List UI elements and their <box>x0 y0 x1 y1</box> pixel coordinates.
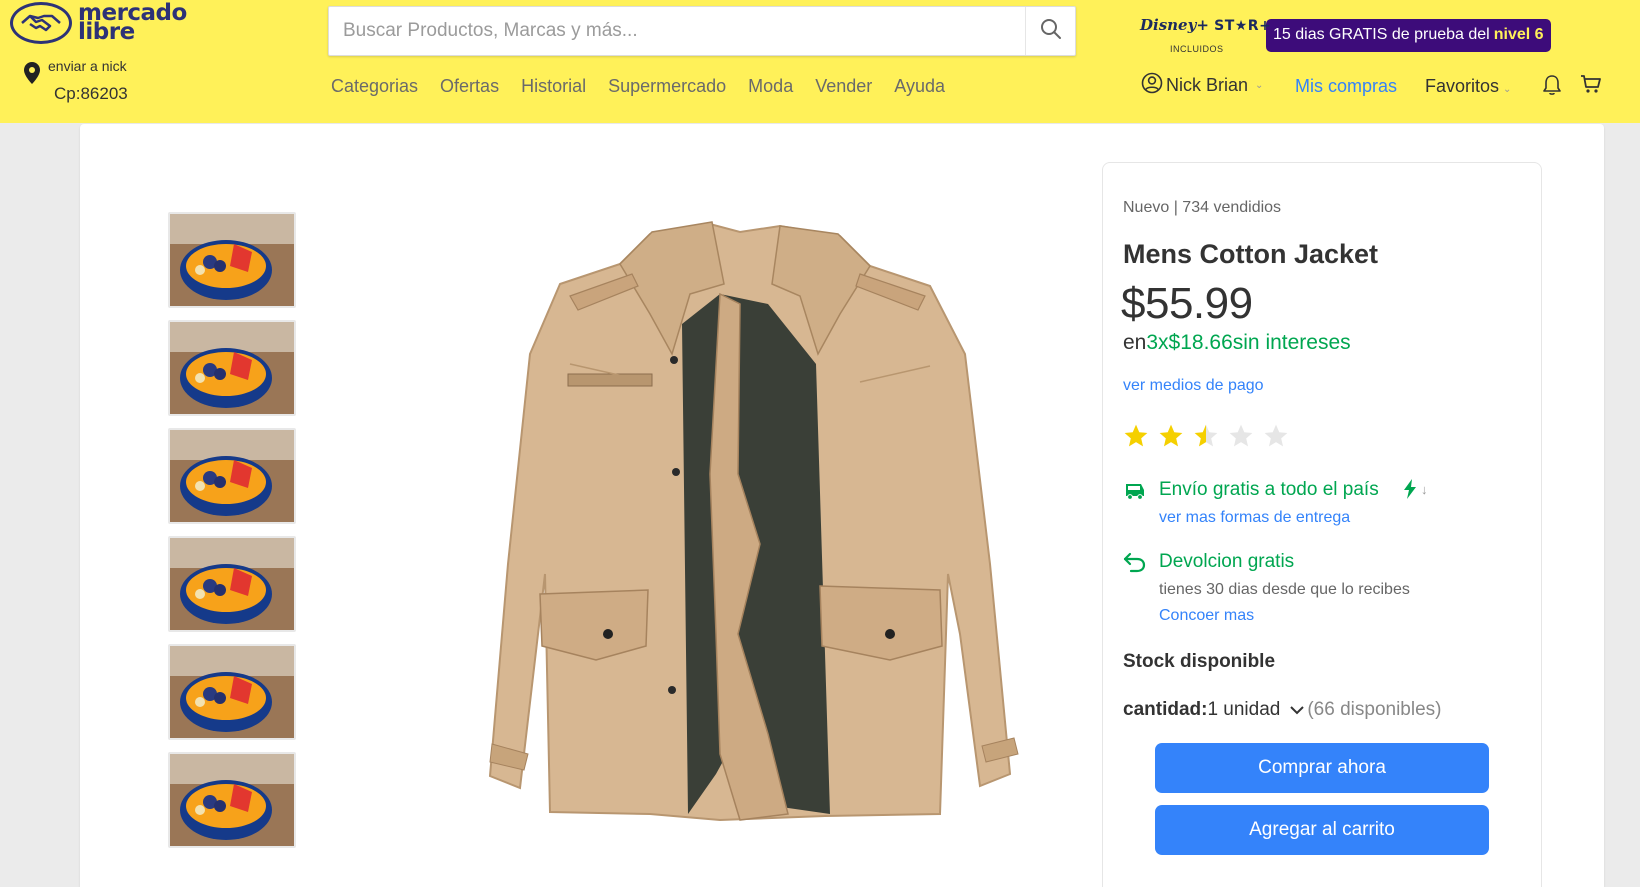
return-arrow-icon <box>1123 551 1147 578</box>
thumbnail-image[interactable] <box>168 212 296 308</box>
buy-now-button[interactable]: Comprar ahora <box>1155 743 1489 793</box>
thumbnail-image[interactable] <box>168 644 296 740</box>
quantity-selector[interactable]: 1 unidad <box>1207 699 1305 721</box>
main-nav: Categorias Ofertas Historial Supermercad… <box>331 76 945 97</box>
purchase-panel: Nuevo | 734 vendidios Mens Cotton Jacket… <box>1102 162 1542 887</box>
disney-star-logo: Disney+ ST★R+ INCLUIDOS <box>1140 16 1272 54</box>
star-empty-icon <box>1264 424 1288 447</box>
postal-code: Cp:86203 <box>54 84 128 103</box>
truck-icon <box>1123 481 1147 506</box>
cart-icon[interactable] <box>1580 73 1602 100</box>
nav-categorias[interactable]: Categorias <box>331 76 418 97</box>
my-purchases-link[interactable]: Mis compras <box>1295 76 1397 97</box>
search-button[interactable] <box>1025 7 1075 55</box>
product-price: $55.99 <box>1121 279 1253 328</box>
product-page: Nuevo | 734 vendidios Mens Cotton Jacket… <box>80 124 1604 887</box>
nav-historial[interactable]: Historial <box>521 76 586 97</box>
condition-sold-count: Nuevo | 734 vendidios <box>1123 199 1282 216</box>
lightning-icon <box>1404 479 1416 499</box>
promo-badge: 15 dias GRATIS de prueba del nivel 6 <box>1266 18 1551 52</box>
user-avatar-icon <box>1141 72 1163 99</box>
star-half-icon <box>1194 424 1218 447</box>
arrow-down-icon: ↓ <box>1421 481 1428 497</box>
star-empty-icon <box>1229 424 1253 447</box>
location-pin-icon <box>24 62 40 89</box>
disney-star-promo[interactable]: Disney+ ST★R+ INCLUIDOS 15 dias GRATIS d… <box>1140 14 1551 56</box>
add-to-cart-button[interactable]: Agregar al carrito <box>1155 805 1489 855</box>
quantity-value: 1 unidad <box>1207 699 1281 720</box>
search-input[interactable] <box>329 7 1025 55</box>
thumbnail-image[interactable] <box>168 536 296 632</box>
product-title: Mens Cotton Jacket <box>1123 239 1379 269</box>
thumbnail-image[interactable] <box>168 428 296 524</box>
header: mercado libre enviar a nick Cp:86203 Cat… <box>0 0 1640 123</box>
mercadolibre-logo[interactable]: mercado libre <box>10 2 187 44</box>
star-full-icon <box>1124 424 1148 447</box>
chevron-down-icon: ⌄ <box>1255 80 1264 91</box>
returns-subtitle: tienes 30 dias desde que lo recibes <box>1159 581 1410 598</box>
nav-ayuda[interactable]: Ayuda <box>894 76 945 97</box>
brand-text: mercado libre <box>78 0 187 45</box>
search-bar <box>328 6 1076 56</box>
star-rating <box>1123 423 1289 449</box>
thumbnail-image[interactable] <box>168 752 296 848</box>
bell-icon[interactable] <box>1543 74 1561 101</box>
thumbnail-image[interactable] <box>168 320 296 416</box>
favorites-menu[interactable]: Favoritos ⌄ <box>1425 76 1511 97</box>
available-count: (66 disponibles) <box>1307 699 1442 720</box>
nav-supermercado[interactable]: Supermercado <box>608 76 726 97</box>
location-label: enviar a nick <box>48 58 127 74</box>
star-full-icon <box>1159 424 1183 447</box>
stock-title: Stock disponible <box>1123 651 1276 672</box>
chevron-down-icon: ⌄ <box>1503 84 1512 95</box>
installments-info: en3x$18.66sin intereses <box>1123 331 1351 354</box>
delivery-options-link[interactable]: ver mas formas de entrega <box>1159 509 1350 527</box>
payment-methods-link[interactable]: ver medios de pago <box>1123 377 1264 395</box>
quantity-row: cantidad: 1 unidad (66 disponibles) <box>1123 699 1442 721</box>
returns-title: Devolcion gratis <box>1159 551 1295 572</box>
main-product-image[interactable] <box>420 214 1030 854</box>
search-icon <box>1040 18 1062 45</box>
chevron-down-icon <box>1290 706 1305 715</box>
user-name: Nick Brian <box>1166 75 1249 95</box>
thumbnail-gallery <box>168 212 296 860</box>
nav-ofertas[interactable]: Ofertas <box>440 76 499 97</box>
nav-moda[interactable]: Moda <box>748 76 793 97</box>
quantity-label: cantidad: <box>1123 699 1208 720</box>
shipping-title: Envío gratis a todo el país <box>1159 479 1379 500</box>
returns-learn-more-link[interactable]: Concoer mas <box>1159 607 1254 625</box>
handshake-icon <box>10 2 72 44</box>
nav-vender[interactable]: Vender <box>815 76 872 97</box>
user-menu[interactable]: Nick Brian ⌄ <box>1141 72 1263 99</box>
